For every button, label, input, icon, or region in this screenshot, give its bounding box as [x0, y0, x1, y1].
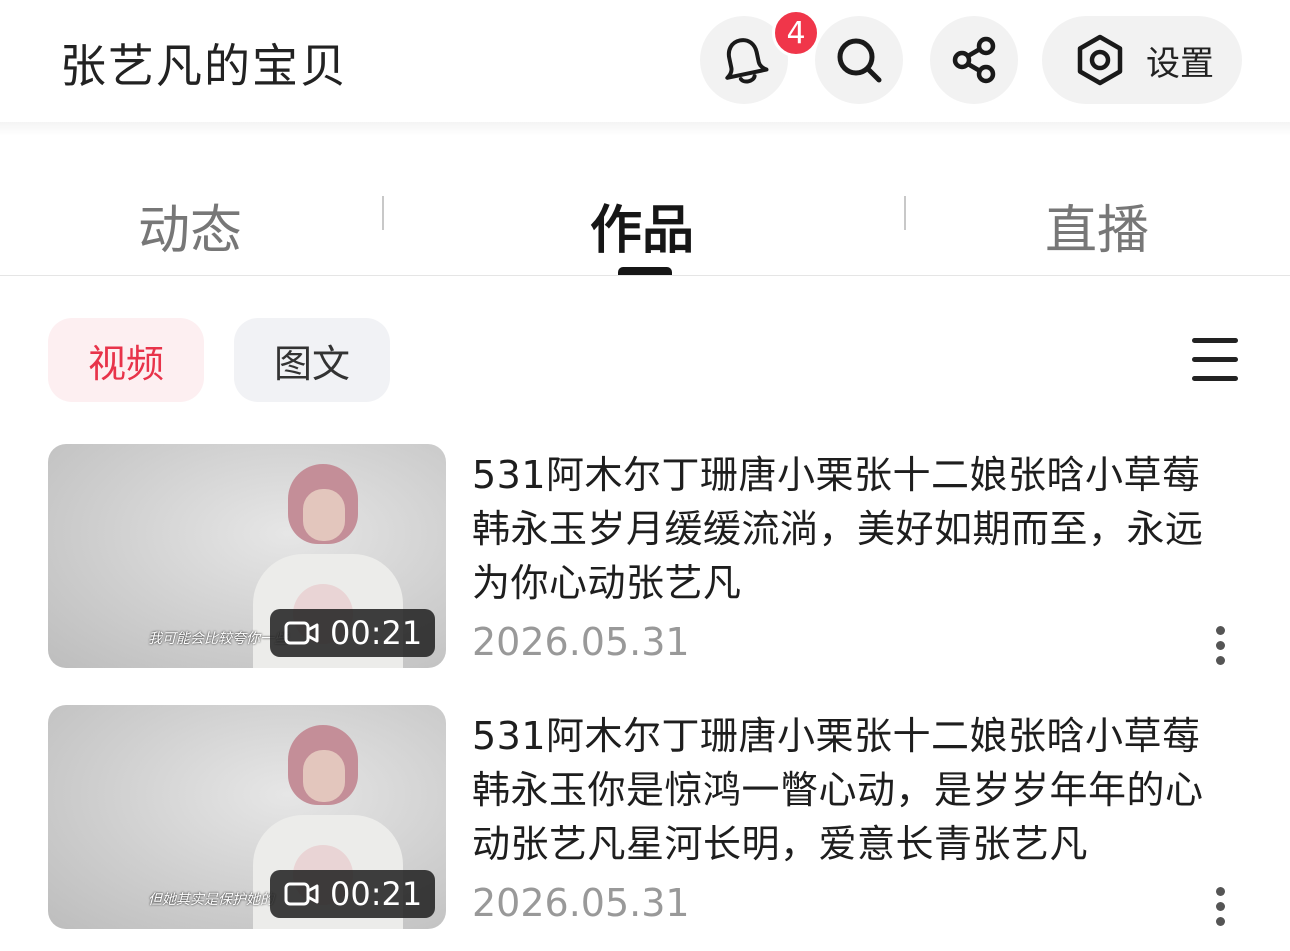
more-vertical-icon[interactable] — [1208, 887, 1232, 927]
filter-image-text-chip[interactable]: 图文 — [234, 318, 390, 402]
video-date: 2026.05.31 — [472, 881, 690, 925]
video-thumbnail[interactable]: 我可能会比较夸你一些 00:21 — [48, 444, 446, 668]
bell-icon — [725, 38, 769, 84]
settings-button[interactable]: 设置 — [1042, 16, 1242, 104]
video-subtitle: 我可能会比较夸你一些 — [148, 631, 288, 647]
header: 张艺凡的宝贝 4 设置 — [0, 0, 1290, 122]
share-icon — [952, 36, 996, 84]
filter-video-chip[interactable]: 视频 — [48, 318, 204, 402]
tab-zuopin[interactable]: 作品 — [590, 188, 694, 263]
duration-text: 00:21 — [330, 875, 423, 913]
notification-badge: 4 — [772, 9, 820, 57]
duration-badge: 00:21 — [270, 609, 435, 657]
tab-divider — [904, 196, 906, 230]
search-button[interactable] — [815, 16, 903, 104]
video-subtitle: 但她其实是保护她的 — [148, 892, 274, 908]
video-list-item[interactable]: 我可能会比较夸你一些 00:21 531阿木尔丁珊唐小栗张十二娘张晗小草莓韩永玉… — [0, 444, 1290, 670]
video-thumbnail[interactable]: 但她其实是保护她的 00:21 — [48, 705, 446, 929]
video-description[interactable]: 531阿木尔丁珊唐小栗张十二娘张晗小草莓韩永玉你是惊鸿一瞥心动，是岁岁年年的心动… — [472, 709, 1232, 871]
video-list-item[interactable]: 但她其实是保护她的 00:21 531阿木尔丁珊唐小栗张十二娘张晗小草莓韩永玉你… — [0, 705, 1290, 931]
video-camera-icon — [284, 882, 319, 906]
video-description[interactable]: 531阿木尔丁珊唐小栗张十二娘张晗小草莓韩永玉岁月缓缓流淌，美好如期而至，永远为… — [472, 448, 1232, 610]
menu-icon[interactable] — [1192, 338, 1238, 382]
search-icon — [837, 38, 882, 83]
video-camera-icon — [284, 621, 319, 645]
more-vertical-icon[interactable] — [1208, 626, 1232, 666]
video-date: 2026.05.31 — [472, 620, 690, 664]
header-divider — [0, 122, 1290, 136]
duration-badge: 00:21 — [270, 870, 435, 918]
settings-icon — [1077, 34, 1123, 86]
duration-text: 00:21 — [330, 614, 423, 652]
tabs-divider — [0, 275, 1290, 276]
tab-dongtai[interactable]: 动态 — [138, 188, 242, 263]
tab-divider — [382, 196, 384, 230]
page-title: 张艺凡的宝贝 — [60, 39, 348, 93]
tab-zhibo[interactable]: 直播 — [1045, 188, 1149, 263]
share-button[interactable] — [930, 16, 1018, 104]
settings-label: 设置 — [1146, 43, 1214, 84]
